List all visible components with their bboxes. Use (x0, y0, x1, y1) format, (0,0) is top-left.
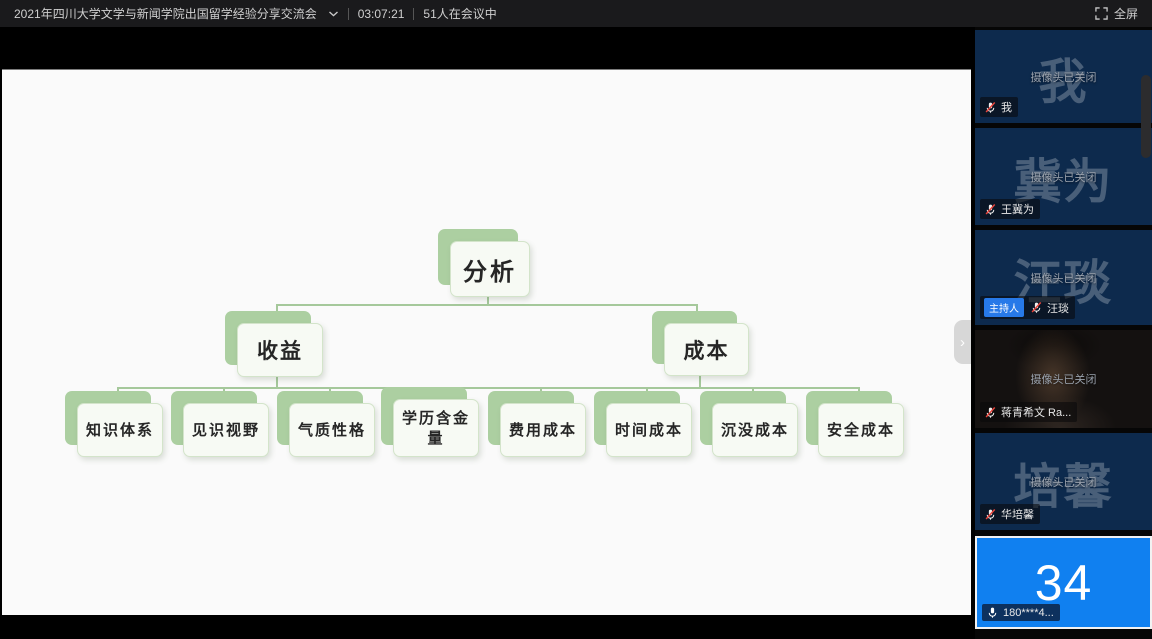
participant-tile-speaking[interactable]: 34 180****4... (975, 536, 1152, 629)
camera-off-text: 摄像头已关闭 (975, 69, 1152, 85)
node-label: 时间成本 (615, 420, 683, 440)
node-label: 学历含金量 (401, 408, 471, 449)
node-label: 分析 (463, 252, 517, 287)
mindmap-leaf: 知识体系 (65, 391, 163, 457)
mindmap-leaf: 费用成本 (488, 391, 586, 457)
mindmap-node-cost: 成本 (652, 311, 749, 376)
participant-count: 51人在会议中 (423, 5, 496, 22)
meeting-timer: 03:07:21 (358, 7, 405, 21)
mindmap-node-benefit: 收益 (225, 311, 323, 377)
node-label: 收益 (257, 335, 303, 365)
connector-line (118, 387, 860, 389)
camera-off-text: 摄像头已关闭 (975, 169, 1152, 185)
node-card: 气质性格 (289, 403, 375, 457)
topbar-divider (348, 8, 349, 20)
fullscreen-icon (1095, 7, 1108, 20)
meeting-window: 2021年四川大学文学与新闻学院出国留学经验分享交流会 03:07:21 51人… (0, 0, 1152, 639)
node-card: 收益 (237, 323, 323, 377)
camera-off-text: 摄像头已关闭 (975, 371, 1152, 387)
participant-tile[interactable]: 冀为 摄像头已关闭 王冀为 (975, 128, 1152, 225)
participant-tile-video[interactable]: 摄像头已关闭 蒋青希文 Ra... (975, 330, 1152, 428)
node-card: 安全成本 (818, 403, 904, 457)
mic-active-icon (986, 606, 999, 619)
node-card: 时间成本 (606, 403, 692, 457)
node-card: 费用成本 (500, 403, 586, 457)
mic-muted-icon (984, 203, 997, 216)
participant-name: 华培馨 (1001, 506, 1034, 522)
node-card: 知识体系 (77, 403, 163, 457)
participant-name: 汪琰 (1047, 300, 1069, 316)
meeting-title: 2021年四川大学文学与新闻学院出国留学经验分享交流会 (14, 5, 317, 22)
sidebar-collapse-handle[interactable]: › (954, 320, 971, 364)
participant-nametag: 蒋青希文 Ra... (980, 402, 1077, 422)
participant-tile[interactable]: 培馨 摄像头已关闭 华培馨 (975, 433, 1152, 530)
mic-muted-icon (984, 508, 997, 521)
participant-tile-me[interactable]: 我 摄像头已关闭 我 (975, 30, 1152, 123)
mindmap-leaf: 学历含金量 (381, 387, 479, 457)
mindmap-leaf: 见识视野 (171, 391, 269, 457)
participant-name: 我 (1001, 99, 1012, 115)
participant-name: 王冀为 (1001, 201, 1034, 217)
chevron-down-icon (328, 10, 339, 18)
node-label: 安全成本 (827, 420, 895, 440)
camera-off-text: 摄像头已关闭 (975, 474, 1152, 490)
node-label: 成本 (684, 335, 730, 365)
connector-line (276, 304, 698, 306)
participant-nametag: 180****4... (982, 604, 1060, 621)
host-badge: 主持人 (984, 298, 1024, 317)
participants-sidebar: 我 摄像头已关闭 我 冀为 摄像头已关闭 王冀为 汪琰 摄像头已关闭 (975, 27, 1152, 639)
node-card: 见识视野 (183, 403, 269, 457)
meeting-info: 2021年四川大学文学与新闻学院出国留学经验分享交流会 03:07:21 51人… (14, 5, 497, 22)
participant-name: 180****4... (1003, 607, 1054, 619)
mindmap-leaf: 安全成本 (806, 391, 904, 457)
participant-name: 蒋青希文 Ra... (1001, 404, 1071, 420)
participant-nametag: 主持人 汪琰 (980, 296, 1075, 319)
mic-muted-icon (1030, 301, 1043, 314)
node-card: 沉没成本 (712, 403, 798, 457)
meeting-title-dropdown[interactable] (328, 10, 339, 18)
node-label: 见识视野 (192, 420, 260, 440)
node-label: 费用成本 (509, 420, 577, 440)
sidebar-scrollbar[interactable] (1141, 75, 1151, 158)
node-card: 学历含金量 (393, 399, 479, 457)
participant-nametag: 我 (980, 97, 1018, 117)
node-label: 沉没成本 (721, 420, 789, 440)
node-label: 知识体系 (86, 420, 154, 440)
node-label: 气质性格 (298, 420, 366, 440)
mindmap-leaf: 气质性格 (277, 391, 375, 457)
topbar-divider (413, 8, 414, 20)
participant-nametag: 王冀为 (980, 199, 1040, 219)
participant-nametag: 华培馨 (980, 504, 1040, 524)
node-card: 分析 (450, 241, 530, 297)
node-card: 成本 (664, 323, 749, 376)
shared-screen-content: 分析 收益 成本 知识体系 见识视野 气质性格 学历含金量 (2, 69, 971, 615)
meeting-topbar: 2021年四川大学文学与新闻学院出国留学经验分享交流会 03:07:21 51人… (0, 0, 1152, 27)
mic-muted-icon (984, 101, 997, 114)
mindmap-leaf: 时间成本 (594, 391, 692, 457)
mindmap-leaf: 沉没成本 (700, 391, 798, 457)
fullscreen-label: 全屏 (1114, 5, 1138, 22)
mindmap-node-root: 分析 (438, 229, 530, 297)
fullscreen-button[interactable]: 全屏 (1095, 5, 1138, 22)
camera-off-text: 摄像头已关闭 (975, 270, 1152, 286)
mic-muted-icon (984, 406, 997, 419)
participant-tile-host[interactable]: 汪琰 摄像头已关闭 主持人 汪琰 (975, 230, 1152, 325)
chevron-right-icon: › (960, 334, 965, 351)
